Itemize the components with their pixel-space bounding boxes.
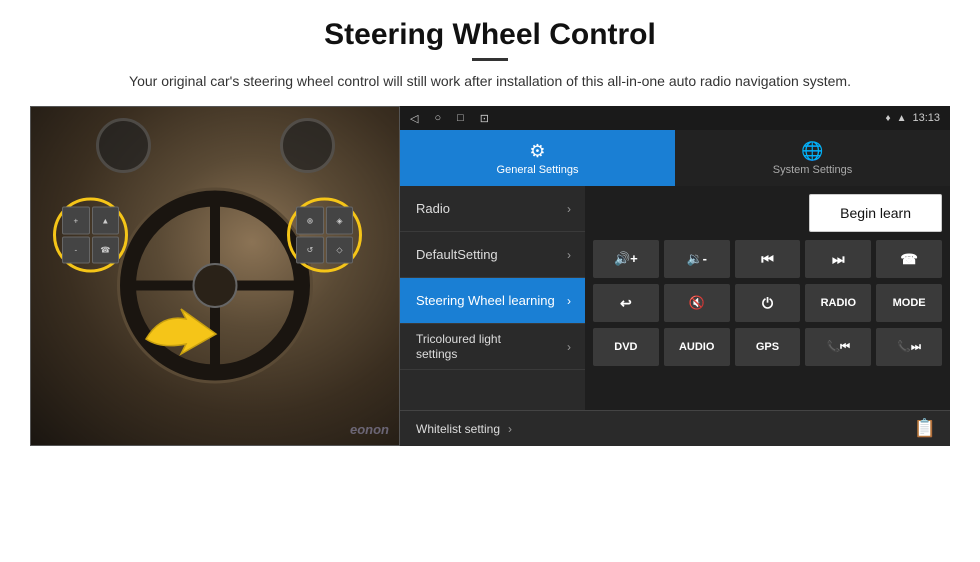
audio-button[interactable]: AUDIO xyxy=(664,328,730,366)
menu-list: Radio › DefaultSetting › Steering Wheel … xyxy=(400,186,585,410)
highlight-circle-left: + ▲ - ☎ xyxy=(53,198,128,273)
menu-icon[interactable]: ⊡ xyxy=(480,112,489,125)
mode-button[interactable]: MODE xyxy=(876,284,942,322)
vol-down-icon: 🔉- xyxy=(686,251,707,267)
vol-up-icon: 🔊+ xyxy=(614,251,638,267)
highlight-circle-right: ⊕ ◈ ↺ ◇ xyxy=(287,198,362,273)
tab-general-label: General Settings xyxy=(497,164,579,176)
begin-learn-button[interactable]: Begin learn xyxy=(809,194,942,232)
begin-learn-row: Begin learn xyxy=(593,194,942,232)
vol-up-button[interactable]: 🔊+ xyxy=(593,240,659,278)
page-wrapper: Steering Wheel Control Your original car… xyxy=(0,0,980,562)
control-buttons-row1: 🔊+ 🔉- ⏮ ⏭ ☎ xyxy=(593,240,942,278)
audio-label: AUDIO xyxy=(679,341,714,353)
nav-icons: ◁ ○ □ ⊡ xyxy=(410,112,489,125)
mode-label: MODE xyxy=(893,297,926,309)
steering-wheel-image: + ▲ - ☎ ⊕ ◈ ↺ ◇ xyxy=(30,106,400,446)
arrow-indicator xyxy=(141,299,221,384)
chevron-icon-whitelist: › xyxy=(508,422,512,436)
whitelist-right: 📋 xyxy=(914,418,936,439)
menu-item-steering-wheel[interactable]: Steering Wheel learning › xyxy=(400,278,585,324)
menu-item-default-label: DefaultSetting xyxy=(416,247,498,263)
recents-icon[interactable]: □ xyxy=(457,112,464,124)
control-buttons-row2: ↩ 🔇 ⏻ RADIO MODE xyxy=(593,284,942,322)
vol-down-button[interactable]: 🔉- xyxy=(664,240,730,278)
tab-row: ⚙ General Settings 🌐 System Settings xyxy=(400,130,950,186)
gps-label: GPS xyxy=(756,341,779,353)
steering-bg: + ▲ - ☎ ⊕ ◈ ↺ ◇ xyxy=(31,107,399,445)
status-bar: ◁ ○ □ ⊡ ♦ ▲ 13:13 xyxy=(400,106,950,130)
chevron-icon-steering: › xyxy=(567,294,571,308)
whitelist-label: Whitelist setting xyxy=(416,422,500,436)
call-prev-button[interactable]: 📞⏮ xyxy=(805,328,871,366)
file-icon: 📋 xyxy=(914,418,936,439)
button-panel: Begin learn 🔊+ 🔉- ⏮ xyxy=(585,186,950,410)
menu-item-tricoloured-label: Tricoloured lightsettings xyxy=(416,332,501,361)
prev-track-icon: ⏮ xyxy=(761,251,774,268)
content-area: + ▲ - ☎ ⊕ ◈ ↺ ◇ xyxy=(30,106,950,552)
dvd-button[interactable]: DVD xyxy=(593,328,659,366)
tab-system-settings[interactable]: 🌐 System Settings xyxy=(675,130,950,186)
page-subtitle: Your original car's steering wheel contr… xyxy=(129,71,851,92)
next-track-icon: ⏭ xyxy=(832,251,845,268)
radio-label: RADIO xyxy=(821,297,856,309)
radio-button[interactable]: RADIO xyxy=(805,284,871,322)
menu-item-tricoloured[interactable]: Tricoloured lightsettings › xyxy=(400,324,585,370)
call-next-button[interactable]: 📞⏭ xyxy=(876,328,942,366)
mute-button[interactable]: 🔇 xyxy=(664,284,730,322)
menu-item-radio[interactable]: Radio › xyxy=(400,186,585,232)
chevron-icon-radio: › xyxy=(567,202,571,216)
chevron-icon-default: › xyxy=(567,248,571,262)
android-panel: ◁ ○ □ ⊡ ♦ ▲ 13:13 ⚙ General Settings xyxy=(400,106,950,446)
call-prev-icon: 📞⏮ xyxy=(826,340,850,354)
power-icon: ⏻ xyxy=(762,295,773,312)
clock: 13:13 xyxy=(912,112,940,124)
chevron-icon-tricoloured: › xyxy=(567,340,571,354)
next-track-button[interactable]: ⏭ xyxy=(805,240,871,278)
power-button[interactable]: ⏻ xyxy=(735,284,801,322)
menu-item-radio-label: Radio xyxy=(416,201,450,217)
panel-body: Radio › DefaultSetting › Steering Wheel … xyxy=(400,186,950,410)
whitelist-bar: Whitelist setting › 📋 xyxy=(400,410,950,446)
menu-item-steering-label: Steering Wheel learning xyxy=(416,293,555,309)
settings-icon: ⚙ xyxy=(529,141,545,162)
hang-up-icon: ↩ xyxy=(620,295,632,312)
home-icon[interactable]: ○ xyxy=(434,112,441,124)
prev-track-button[interactable]: ⏮ xyxy=(735,240,801,278)
location-icon: ♦ xyxy=(885,113,890,124)
page-title: Steering Wheel Control xyxy=(324,18,656,52)
menu-item-default-setting[interactable]: DefaultSetting › xyxy=(400,232,585,278)
call-next-icon: 📞⏭ xyxy=(897,340,921,354)
gps-button[interactable]: GPS xyxy=(735,328,801,366)
call-button[interactable]: ☎ xyxy=(876,240,942,278)
globe-icon: 🌐 xyxy=(801,141,823,162)
control-buttons-row3: DVD AUDIO GPS 📞⏮ 📞⏭ xyxy=(593,328,942,366)
hang-up-button[interactable]: ↩ xyxy=(593,284,659,322)
call-icon: ☎ xyxy=(900,251,917,268)
dvd-label: DVD xyxy=(614,341,637,353)
tab-system-label: System Settings xyxy=(773,164,852,176)
back-icon[interactable]: ◁ xyxy=(410,112,418,125)
mute-icon: 🔇 xyxy=(689,295,705,311)
title-divider xyxy=(472,58,508,61)
wifi-icon: ▲ xyxy=(897,113,907,124)
status-bar-right: ♦ ▲ 13:13 xyxy=(885,112,940,124)
tab-general-settings[interactable]: ⚙ General Settings xyxy=(400,130,675,186)
